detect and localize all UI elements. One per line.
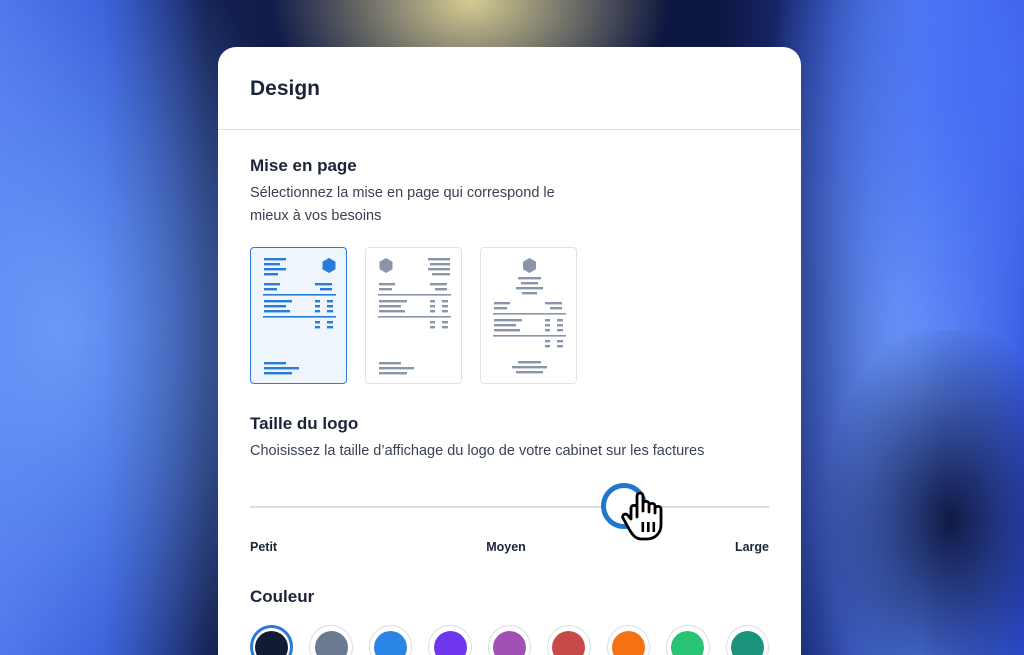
color-swatch-navy[interactable]: [250, 625, 294, 655]
logo-size-title: Taille du logo: [250, 414, 359, 433]
design-panel: Design Mise en page Sélectionnez la mise…: [218, 47, 801, 655]
slider-label-large: Large: [734, 540, 769, 554]
hand-grab-icon: [620, 491, 663, 541]
color-section: Couleur: [218, 587, 801, 655]
layout-options: [250, 247, 769, 384]
hexagon-icon: [523, 258, 536, 273]
color-swatch-blue[interactable]: [368, 625, 413, 655]
color-dot-purple: [493, 630, 527, 655]
color-section-title: Couleur: [250, 587, 315, 606]
logo-size-description: Choisissez la taille d’affichage du logo…: [250, 443, 705, 459]
panel-title: Design: [250, 77, 321, 100]
layout-section-description: Sélectionnez la mise en page qui corresp…: [250, 182, 769, 228]
color-swatch-violet[interactable]: [428, 625, 472, 655]
color-dot-teal: [730, 630, 764, 655]
color-swatch-purple[interactable]: [487, 625, 532, 655]
color-swatch-orange[interactable]: [606, 625, 651, 655]
color-swatches: [250, 625, 769, 655]
background-shade: [820, 330, 1024, 655]
color-dot-navy: [255, 630, 289, 655]
layout-section-title: Mise en page: [250, 156, 357, 175]
layout-option-3[interactable]: [480, 247, 577, 384]
layout-preview-left-text-right-logo: [263, 258, 336, 375]
layout-option-1[interactable]: [250, 247, 347, 384]
color-swatch-teal[interactable]: [725, 625, 769, 655]
color-dot-blue: [374, 630, 408, 655]
color-dot-red: [552, 630, 586, 655]
hexagon-icon: [322, 258, 336, 273]
color-dot-violet: [433, 630, 467, 655]
slider-track[interactable]: [250, 506, 769, 508]
color-swatch-green[interactable]: [666, 625, 710, 655]
color-dot-slate: [314, 630, 348, 655]
color-dot-green: [671, 630, 705, 655]
slider-labels: Petit Moyen Large: [250, 540, 769, 554]
layout-section: Mise en page Sélectionnez la mise en pag…: [218, 156, 801, 384]
color-dot-orange: [611, 630, 645, 655]
hexagon-icon: [379, 258, 393, 273]
slider-label-small: Petit: [250, 540, 278, 554]
slider-label-medium: Moyen: [486, 540, 526, 554]
color-swatch-slate[interactable]: [309, 625, 353, 655]
layout-description-line2: mieux à vos besoins: [250, 208, 382, 224]
layout-preview-centered: [493, 258, 566, 374]
logo-size-slider[interactable]: [250, 481, 769, 541]
color-swatch-red[interactable]: [547, 625, 591, 655]
layout-description-line1: Sélectionnez la mise en page qui corresp…: [250, 185, 555, 201]
panel-header: Design: [218, 47, 801, 130]
layout-preview-left-logo-right-text: [378, 258, 451, 375]
layout-option-2[interactable]: [365, 247, 462, 384]
logo-size-section: Taille du logo Choisissez la taille d’af…: [218, 414, 801, 554]
